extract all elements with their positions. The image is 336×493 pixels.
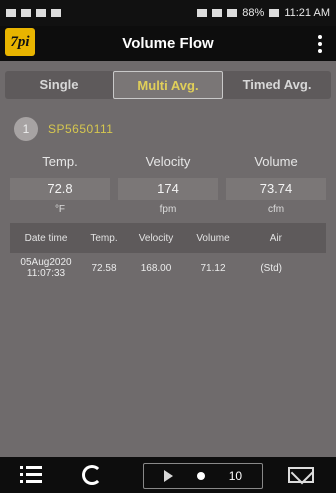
battery-icon — [269, 9, 280, 17]
wifi-signal-icon — [227, 9, 238, 17]
sample-count: 10 — [228, 469, 243, 483]
app-bar: 7pi Volume Flow — [0, 26, 336, 61]
bottom-toolbar: 10 — [0, 457, 336, 493]
twitter-icon — [21, 9, 31, 17]
battery-level: 88% — [242, 7, 265, 19]
column-header: Velocity — [138, 232, 174, 244]
reading-temp: Temp. 72.8 °F — [10, 154, 110, 215]
vibrate-icon — [212, 9, 223, 17]
mode-tabs: Single Multi Avg. Timed Avg. — [5, 71, 331, 99]
cell-air: (Std) — [260, 262, 282, 274]
reading-value: 73.74 — [226, 178, 326, 200]
cell-datetime: 05Aug2020 11:07:33 — [10, 257, 82, 279]
column-header: Air — [269, 232, 282, 244]
reading-unit: cfm — [267, 204, 285, 215]
page-title: Volume Flow — [122, 35, 214, 52]
tab-timed-avg[interactable]: Timed Avg. — [223, 71, 331, 99]
reading-unit: °F — [54, 204, 66, 215]
image-icon — [36, 9, 46, 17]
bluetooth-icon — [197, 9, 208, 17]
status-bar: 88% 11:21 AM — [0, 0, 336, 26]
play-icon[interactable] — [163, 470, 173, 482]
system-indicators: 88% 11:21 AM — [197, 7, 330, 19]
table-header: Date time Temp. Velocity Volume Air — [10, 223, 326, 253]
reading-unit: fpm — [159, 204, 177, 215]
readings: Temp. 72.8 °F Velocity 174 fpm Volume 73… — [10, 154, 326, 215]
reading-label: Velocity — [145, 154, 191, 169]
probe-number-badge: 1 — [14, 117, 38, 141]
record-icon[interactable] — [196, 472, 205, 480]
reading-value: 72.8 — [10, 178, 110, 200]
reading-label: Volume — [254, 154, 298, 169]
probe-row[interactable]: 1 SP5650111 — [14, 117, 113, 141]
notification-icons — [6, 9, 61, 17]
list-icon[interactable] — [20, 466, 42, 484]
reading-velocity: Velocity 174 fpm — [118, 154, 218, 215]
cell-velocity: 168.00 — [140, 262, 172, 274]
reading-volume: Volume 73.74 cfm — [226, 154, 326, 215]
cell-temp: 72.58 — [91, 262, 117, 274]
tab-multi-avg[interactable]: Multi Avg. — [113, 71, 223, 99]
column-header: Temp. — [90, 232, 118, 244]
menu-icon — [6, 9, 16, 17]
cell-volume: 71.12 — [200, 262, 226, 274]
sample-controls: 10 — [143, 463, 263, 489]
table-row[interactable]: 05Aug2020 11:07:33 72.58 168.00 71.12 (S… — [10, 253, 326, 283]
column-header: Volume — [196, 232, 230, 244]
cell-date: 05Aug2020 — [20, 257, 72, 268]
overflow-menu-icon[interactable] — [316, 35, 324, 53]
tab-single[interactable]: Single — [5, 71, 113, 99]
column-header: Date time — [24, 232, 68, 244]
cell-time: 11:07:33 — [26, 268, 66, 279]
clock: 11:21 AM — [284, 7, 330, 19]
reading-value: 174 — [118, 178, 218, 200]
reading-label: Temp. — [42, 154, 78, 169]
chat-icon — [51, 9, 61, 17]
email-icon[interactable] — [288, 467, 314, 483]
readings-table: Date time Temp. Velocity Volume Air 05Au… — [10, 223, 326, 283]
probe-id: SP5650111 — [48, 122, 114, 136]
main-content: Single Multi Avg. Timed Avg. 1 SP5650111… — [0, 61, 336, 457]
refresh-icon[interactable] — [82, 465, 102, 485]
